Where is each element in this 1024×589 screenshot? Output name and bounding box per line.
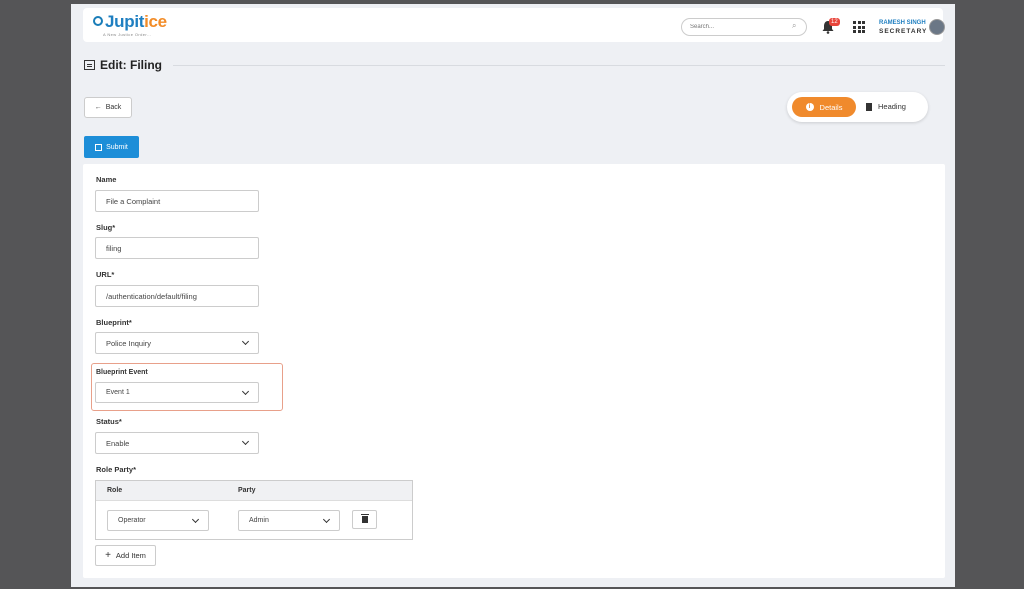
search-icon[interactable]: ⌕ (792, 21, 796, 31)
blueprint-label: Blueprint* (96, 318, 132, 327)
name-label: Name (96, 175, 117, 184)
url-label: URL* (96, 270, 115, 279)
submit-button-label: Submit (106, 143, 128, 151)
role-column-header: Role (107, 487, 123, 494)
avatar[interactable] (929, 19, 945, 35)
role-party-label: Role Party* (96, 465, 137, 474)
blueprint-event-label: Blueprint Event (96, 369, 148, 376)
add-item-button[interactable]: + Add Item (95, 545, 156, 566)
url-field[interactable]: /authentication/default/filing (95, 285, 259, 307)
app-window: Jupitice A New Justice Order... ⌕ 12 RAM… (71, 4, 955, 587)
notification-badge: 12 (829, 18, 840, 26)
table-icon (84, 60, 95, 70)
back-button[interactable]: ← Back (84, 97, 132, 118)
user-role: SECRETARY (879, 28, 928, 35)
blueprint-select[interactable]: Police Inquiry (95, 332, 259, 354)
submit-button[interactable]: Submit (84, 136, 139, 158)
tab-heading-label: Heading (878, 102, 906, 111)
status-label: Status* (96, 417, 122, 426)
slug-field[interactable]: filing (95, 237, 259, 259)
tab-details-label: Details (819, 102, 843, 112)
logo[interactable]: Jupitice A New Justice Order... (93, 12, 167, 37)
tab-switcher: i Details Heading (787, 92, 928, 122)
slug-label: Slug* (96, 223, 116, 232)
search-input[interactable] (681, 18, 807, 36)
blueprint-select-value: Police Inquiry (106, 338, 152, 348)
add-item-label: Add Item (115, 551, 146, 560)
user-info[interactable]: RAMESH SINGH SECRETARY (879, 20, 927, 35)
apps-grid-icon[interactable] (853, 21, 865, 33)
role-select-value: Operator (118, 517, 146, 524)
save-icon (95, 143, 103, 151)
logo-text-accent: ice (144, 12, 167, 31)
role-party-header: Role Party (96, 481, 412, 501)
status-select-value: Enable (106, 438, 130, 448)
arrow-left-icon: ← (94, 104, 102, 111)
role-party-table: Role Party Operator Admin (95, 480, 413, 540)
chevron-down-icon (191, 515, 200, 523)
page-title: Edit: Filing (84, 58, 162, 72)
delete-row-button[interactable] (352, 510, 377, 529)
logo-tagline: A New Justice Order... (103, 32, 152, 37)
page-title-text: Edit: Filing (100, 58, 162, 72)
name-field[interactable]: File a Complaint (95, 190, 259, 212)
document-icon (866, 102, 872, 111)
party-column-header: Party (238, 487, 256, 494)
blueprint-event-select-value: Event 1 (106, 389, 130, 396)
chevron-down-icon (322, 515, 331, 523)
plus-icon: + (105, 549, 111, 561)
trash-icon (360, 514, 369, 523)
status-select[interactable]: Enable (95, 432, 259, 454)
back-button-label: Back (105, 104, 122, 111)
logo-text-main: Jupit (105, 12, 145, 31)
logo-mark-icon (93, 15, 103, 26)
tab-details[interactable]: i Details (792, 97, 856, 117)
blueprint-event-select[interactable]: Event 1 (95, 382, 259, 403)
chevron-down-icon (241, 387, 250, 395)
title-divider (173, 65, 945, 66)
role-select[interactable]: Operator (107, 510, 209, 531)
party-select[interactable]: Admin (238, 510, 340, 531)
user-name: RAMESH SINGH (879, 20, 926, 26)
chevron-down-icon (241, 437, 250, 446)
party-select-value: Admin (249, 517, 269, 524)
chevron-down-icon (241, 337, 250, 346)
tab-heading[interactable]: Heading (866, 102, 906, 111)
top-bar: Jupitice A New Justice Order... ⌕ 12 RAM… (83, 8, 945, 42)
info-icon: i (805, 103, 814, 111)
